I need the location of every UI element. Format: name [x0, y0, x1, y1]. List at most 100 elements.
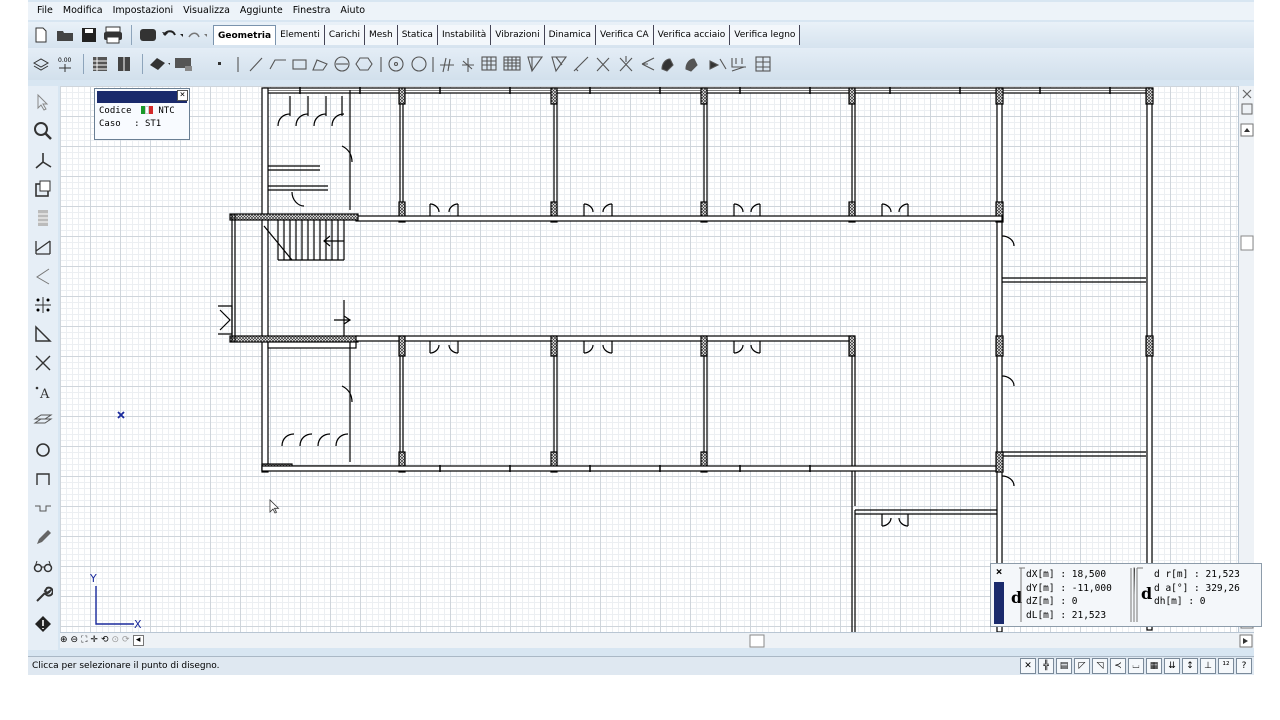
layers-icon[interactable]: [30, 53, 52, 75]
eraser-icon[interactable]: [148, 53, 170, 75]
menu-file[interactable]: File: [32, 2, 58, 20]
snap-profile-icon[interactable]: ⌴: [1128, 658, 1144, 674]
redo-icon[interactable]: [185, 24, 207, 46]
snap-angle-icon[interactable]: ≺: [1110, 658, 1126, 674]
layer-icon[interactable]: [137, 24, 159, 46]
y-axis-label: Y: [89, 572, 97, 585]
angle-icon[interactable]: [32, 264, 54, 287]
wrench-icon[interactable]: [32, 583, 54, 606]
polar-coordinates: d r[m] : 21,523 d a[°] : 329,26 dh[m] : …: [1154, 568, 1240, 609]
close-icon[interactable]: ×: [177, 90, 188, 101]
snap-perp-icon[interactable]: ⊥: [1200, 658, 1216, 674]
codice-value: NTC: [158, 106, 175, 116]
save-icon[interactable]: [78, 24, 100, 46]
glasses-icon[interactable]: [32, 554, 54, 577]
diamond-icon[interactable]: [32, 612, 54, 635]
dx-value: dX[m] : 18,500: [1026, 569, 1107, 580]
columns-icon[interactable]: [113, 53, 135, 75]
hatch-icon[interactable]: [32, 409, 54, 432]
tab-instabilita[interactable]: Instabilità: [437, 25, 492, 45]
application-window: File Modifica Impostazioni Visualizza Ag…: [28, 0, 1262, 675]
axes-icon[interactable]: [32, 148, 54, 171]
close-icon[interactable]: ×: [993, 566, 1005, 579]
new-file-icon[interactable]: [30, 24, 52, 46]
tab-verifica-acciaio[interactable]: Verifica acciaio: [653, 25, 731, 45]
toolbar-separator: [131, 25, 132, 45]
codice-row: Codice NTC: [95, 105, 189, 118]
drawing-canvas[interactable]: Y X × Codice NTC Caso : ST1: [60, 86, 1238, 632]
drawing-toolbar: 0.00: [28, 48, 1254, 80]
zoom-in-icon[interactable]: ⊕: [60, 635, 68, 645]
tab-mesh[interactable]: Mesh: [364, 25, 398, 45]
menu-impostazioni[interactable]: Impostazioni: [108, 2, 179, 20]
zoom-controls: ⊕ ⊖ ⛶ ✛ ⟲ ⊙ ⟳ ◂: [60, 633, 144, 647]
snap-cross-icon[interactable]: ✕: [1020, 658, 1036, 674]
display-icon[interactable]: [172, 53, 194, 75]
intersect-icon[interactable]: [32, 351, 54, 374]
snap-ortho-icon[interactable]: ↕: [1182, 658, 1198, 674]
table-icon[interactable]: [89, 53, 111, 75]
zoom-next-icon[interactable]: ⟳: [122, 635, 130, 645]
zoom-previous-icon[interactable]: ⟲: [101, 635, 109, 645]
level-icon[interactable]: 0.00: [54, 53, 76, 75]
measurement-panel-marker: [994, 582, 1004, 624]
tab-verifica-legno[interactable]: Verifica legno: [730, 25, 801, 45]
profile-icon[interactable]: [32, 496, 54, 519]
menu-aggiunte[interactable]: Aggiunte: [235, 2, 288, 20]
zoom-icon[interactable]: [32, 119, 54, 142]
dl-value: dL[m] : 21,523: [1026, 609, 1107, 621]
status-bar: Clicca per selezionare il punto di diseg…: [28, 656, 1254, 675]
snap-grid-icon[interactable]: ╬: [1038, 658, 1054, 674]
list-icon[interactable]: [32, 206, 54, 229]
tab-statica[interactable]: Statica: [397, 25, 438, 45]
menu-visualizza[interactable]: Visualizza: [178, 2, 235, 20]
rect-shape-icon[interactable]: [32, 467, 54, 490]
tab-carichi[interactable]: Carichi: [324, 25, 365, 45]
undo-icon[interactable]: [161, 24, 183, 46]
text-icon[interactable]: A: [32, 380, 54, 403]
tab-verifica-ca[interactable]: Verifica CA: [596, 25, 654, 45]
drawing-tools-strip[interactable]: [216, 53, 856, 75]
svg-text:A: A: [39, 387, 50, 402]
horizontal-scrollbar[interactable]: [60, 632, 1254, 648]
snap-list-icon[interactable]: ▤: [1056, 658, 1072, 674]
dz-value: dZ[m] : 0: [1026, 596, 1078, 607]
nodes-icon[interactable]: [32, 293, 54, 316]
dy-value: dY[m] : -11,000: [1026, 582, 1112, 594]
snap-slab-icon[interactable]: ◸: [1074, 658, 1090, 674]
tab-dinamica[interactable]: Dinamica: [544, 25, 597, 45]
select-arrow-icon[interactable]: [32, 90, 54, 113]
tab-vibrazioni[interactable]: Vibrazioni: [491, 25, 545, 45]
snap-power-icon[interactable]: ¹²: [1218, 658, 1234, 674]
vertical-scrollbar[interactable]: [1238, 86, 1254, 632]
dr-value: d r[m] : 21,523: [1154, 569, 1240, 580]
menu-aiuto[interactable]: Aiuto: [335, 2, 370, 20]
ribbon-tabs: Geometria Elementi Carichi Mesh Statica …: [213, 25, 801, 45]
caso-value: : ST1: [134, 119, 162, 129]
zoom-extents-icon[interactable]: ⛶: [81, 635, 87, 645]
dimension-icon[interactable]: [32, 235, 54, 258]
triangle-icon[interactable]: [32, 322, 54, 345]
zoom-out-icon[interactable]: ⊖: [71, 635, 79, 645]
zoom-window-icon[interactable]: ⊙: [112, 635, 120, 645]
pan-icon[interactable]: ✛: [90, 635, 98, 645]
delta-symbol: d: [1011, 588, 1023, 607]
open-folder-icon[interactable]: [54, 24, 76, 46]
delta-symbol-polar: d: [1141, 584, 1153, 603]
toolbar-separator: [83, 54, 84, 74]
print-icon[interactable]: [102, 24, 124, 46]
tab-elementi[interactable]: Elementi: [276, 25, 325, 45]
scroll-left-icon[interactable]: ◂: [132, 634, 144, 646]
rotate-icon[interactable]: [32, 438, 54, 461]
pencil-icon[interactable]: [32, 525, 54, 548]
tab-geometria[interactable]: Geometria: [213, 25, 277, 45]
menu-modifica[interactable]: Modifica: [58, 2, 108, 20]
snap-help-icon[interactable]: ?: [1236, 658, 1252, 674]
snap-table-icon[interactable]: ▦: [1146, 658, 1162, 674]
snap-slab-alt-icon[interactable]: ◹: [1092, 658, 1108, 674]
copy-icon[interactable]: [32, 177, 54, 200]
snap-parallel-icon[interactable]: ⇊: [1164, 658, 1180, 674]
x-axis-label: X: [134, 618, 142, 631]
menu-finestra[interactable]: Finestra: [288, 2, 336, 20]
delta-coordinates: dX[m] : 18,500 dY[m] : -11,000 dZ[m] : 0…: [1026, 568, 1112, 622]
